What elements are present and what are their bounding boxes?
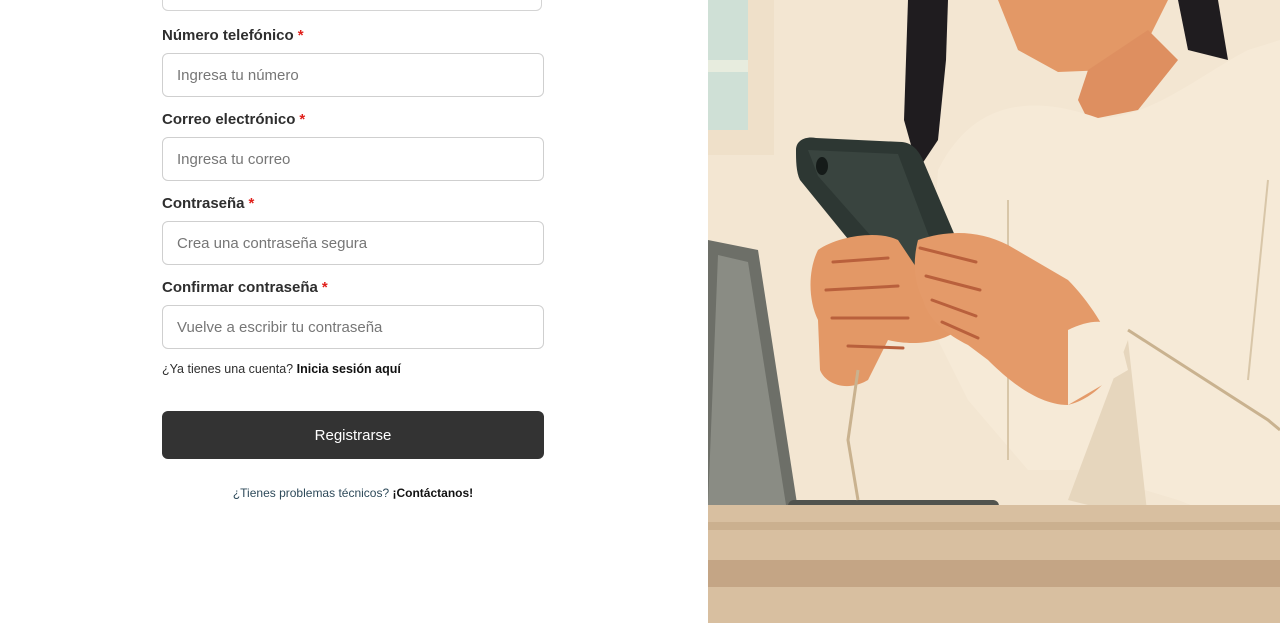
required-mark: * <box>248 195 255 212</box>
password-field-group: Contraseña * <box>162 195 544 265</box>
contact-link[interactable]: ¡Contáctanos! <box>392 486 473 500</box>
phone-label: Número telefónico * <box>162 27 544 45</box>
email-input[interactable] <box>162 137 544 181</box>
email-field-group: Correo electrónico * <box>162 111 544 181</box>
window-bar <box>708 60 748 72</box>
required-mark: * <box>321 279 328 296</box>
desk-edge-stripe <box>708 560 1280 587</box>
phone-field-group: Número telefónico * <box>162 27 544 97</box>
confirm-password-label: Confirmar contraseña * <box>162 279 544 297</box>
password-label: Contraseña * <box>162 195 544 213</box>
phone-camera <box>816 157 828 175</box>
illustration-panel <box>708 0 1280 623</box>
email-label: Correo electrónico * <box>162 111 544 129</box>
phone-input[interactable] <box>162 53 544 97</box>
required-mark: * <box>297 27 304 44</box>
email-label-text: Correo electrónico <box>162 111 296 128</box>
password-label-text: Contraseña <box>162 195 245 212</box>
registration-panel: Número telefónico* Correo electrónico* C… <box>0 0 708 623</box>
login-link[interactable]: Inicia sesión aquí <box>297 362 401 376</box>
login-prompt-line: ¿Ya tienes una cuenta? Inicia sesión aqu… <box>162 362 401 376</box>
help-line: ¿Tienes problemas técnicos? ¡Contáctanos… <box>162 486 544 500</box>
desk-shadow <box>708 522 1280 530</box>
register-button[interactable]: Registrarse <box>162 411 544 459</box>
confirm-password-label-text: Confirmar contraseña <box>162 279 318 296</box>
previous-field-input-partial[interactable] <box>162 0 542 11</box>
confirm-password-input[interactable] <box>162 305 544 349</box>
required-mark: * <box>299 111 306 128</box>
login-prompt-text: ¿Ya tienes una cuenta? <box>162 362 294 376</box>
confirm-password-field-group: Confirmar contraseña * <box>162 279 544 349</box>
woman-phone-illustration <box>708 0 1280 623</box>
help-prompt-text: ¿Tienes problemas técnicos? <box>232 486 390 500</box>
phone-label-text: Número telefónico <box>162 27 294 44</box>
password-input[interactable] <box>162 221 544 265</box>
